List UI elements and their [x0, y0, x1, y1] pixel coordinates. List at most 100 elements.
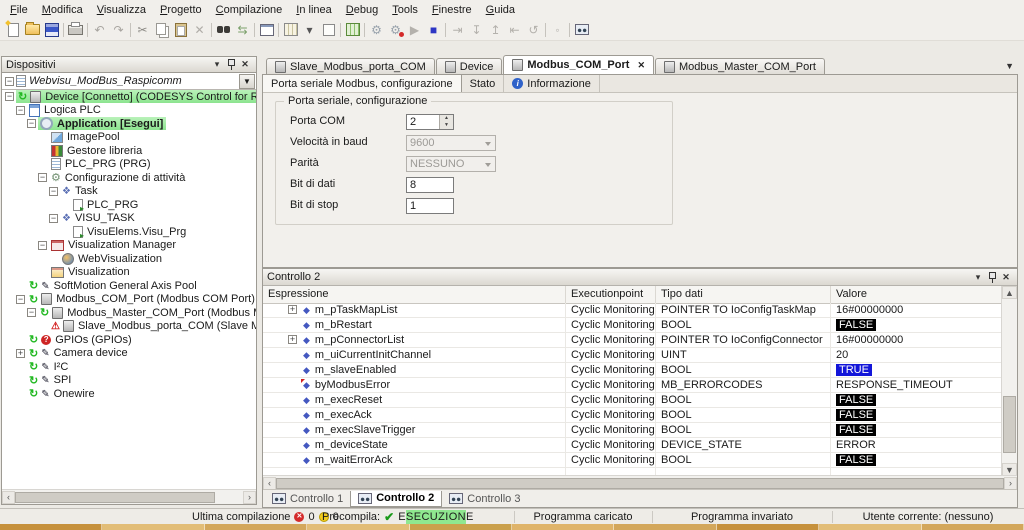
- tree-item-configurazione-di-attivit[interactable]: − Configurazione di attività: [2, 171, 256, 185]
- doc-tab-modbus-master-com-port[interactable]: Modbus_Master_COM_Port: [654, 58, 825, 74]
- logout-icon[interactable]: ⚙: [386, 21, 405, 38]
- build-icon[interactable]: [343, 21, 362, 38]
- project-window-icon[interactable]: [257, 21, 276, 38]
- doc-tab-modbus-com-port[interactable]: Modbus_COM_Port: [503, 55, 654, 74]
- field-bit-di-stop[interactable]: 1: [406, 198, 454, 214]
- watch-tab-controllo-1[interactable]: Controllo 1: [265, 491, 350, 506]
- tree-item-gestore-libreria[interactable]: Gestore libreria: [2, 144, 256, 158]
- field-porta-com[interactable]: 2 ▲ ▼: [406, 114, 454, 130]
- expander-icon[interactable]: −: [27, 308, 36, 318]
- sub-tab-informazione[interactable]: Informazione: [504, 75, 600, 92]
- close-icon[interactable]: [999, 271, 1013, 284]
- find-icon[interactable]: [214, 21, 233, 38]
- expander-icon[interactable]: −: [38, 240, 47, 250]
- reset-icon[interactable]: ↺: [524, 21, 543, 38]
- watch-row-m-ptaskmaplist[interactable]: + m_pTaskMapList Cyclic MonitoringPOINTER …: [263, 303, 1002, 318]
- expander-icon[interactable]: −: [16, 105, 25, 115]
- print-icon[interactable]: [66, 21, 85, 38]
- watch-list-icon[interactable]: [572, 21, 591, 38]
- watch-row-m-devicestate[interactable]: m_deviceState Cyclic MonitoringDEVICE_STA…: [263, 438, 1002, 453]
- tree-item-i-c[interactable]: I²C: [2, 360, 256, 374]
- undo-icon[interactable]: ↶: [90, 21, 109, 38]
- chevron-down-icon[interactable]: [210, 58, 224, 71]
- tree-item-imagepool[interactable]: ImagePool: [2, 131, 256, 145]
- close-icon[interactable]: [238, 58, 252, 71]
- save-icon[interactable]: [42, 21, 61, 38]
- tree-item-device-connetto-codesys-control-for-rasp[interactable]: − Device [Connetto] (CODESYS Control for …: [2, 90, 256, 104]
- watch-row-m-execslavetrigger[interactable]: m_execSlaveTrigger Cyclic MonitoringBOOL F…: [263, 423, 1002, 438]
- copy-icon[interactable]: [152, 21, 171, 38]
- open-folder-icon[interactable]: [23, 21, 42, 38]
- column-header-valore[interactable]: Valore: [831, 286, 1002, 303]
- doc-tab-slave-modbus-porta-com[interactable]: Slave_Modbus_porta_COM: [266, 58, 435, 74]
- menu-compilazione[interactable]: Compilazione: [209, 2, 290, 18]
- visualization-grid-icon[interactable]: [281, 21, 300, 38]
- expander-icon[interactable]: −: [49, 186, 58, 196]
- pin-icon[interactable]: [224, 58, 238, 71]
- watch-row-m-waiterrorack[interactable]: m_waitErrorAck Cyclic MonitoringBOOL FALSE: [263, 453, 1002, 468]
- field-velocit-in-baud[interactable]: 9600: [406, 135, 496, 151]
- expander-icon[interactable]: −: [16, 294, 25, 304]
- expander-icon[interactable]: +: [16, 348, 25, 358]
- paste-icon[interactable]: [171, 21, 190, 38]
- stop-icon[interactable]: ■: [424, 21, 443, 38]
- field-parit[interactable]: NESSUNO: [406, 156, 496, 172]
- expander-icon[interactable]: −: [5, 76, 14, 86]
- tree-item-softmotion-general-axis-pool[interactable]: SoftMotion General Axis Pool: [2, 279, 256, 293]
- step-into-icon[interactable]: ↧: [467, 21, 486, 38]
- new-file-icon[interactable]: [4, 21, 23, 38]
- active-application-dropdown[interactable]: ▼: [239, 74, 255, 89]
- scrollbar-thumb[interactable]: [1003, 396, 1016, 454]
- doc-tab-device[interactable]: Device: [435, 58, 503, 74]
- pin-icon[interactable]: [985, 271, 999, 284]
- sub-tab-stato[interactable]: Stato: [462, 75, 505, 92]
- column-header-tipo-dati[interactable]: Tipo dati: [656, 286, 831, 303]
- tree-item-onewire[interactable]: Onewire: [2, 387, 256, 401]
- scroll-right-icon[interactable]: ›: [1004, 476, 1017, 490]
- expander-icon[interactable]: +: [288, 305, 297, 314]
- tree-item-task[interactable]: − Task: [2, 185, 256, 199]
- tree-item-modbus-com-port-modbus-com-port[interactable]: − Modbus_COM_Port (Modbus COM Port): [2, 293, 256, 307]
- watch-vertical-scrollbar[interactable]: ▲ ▼: [1001, 286, 1017, 476]
- tree-item-visuelems-visu-prg[interactable]: VisuElems.Visu_Prg: [2, 225, 256, 240]
- watch-row-m-pconnectorlist[interactable]: + m_pConnectorList Cyclic MonitoringPOINTE…: [263, 333, 1002, 348]
- scroll-left-icon[interactable]: ‹: [2, 490, 15, 504]
- expander-icon[interactable]: −: [38, 173, 47, 183]
- tree-item-application-esegui[interactable]: − Application [Esegui]: [2, 117, 256, 131]
- login-icon[interactable]: ⚙: [367, 21, 386, 38]
- expander-icon[interactable]: −: [27, 119, 36, 129]
- tree-item-visu-task[interactable]: − VISU_TASK: [2, 212, 256, 226]
- redo-icon[interactable]: ↷: [109, 21, 128, 38]
- tree-item-slave-modbus-porta-com-slave-modbus[interactable]: Slave_Modbus_porta_COM (Slave Modbus,: [2, 320, 256, 334]
- tree-item-visualization[interactable]: Visualization: [2, 266, 256, 280]
- menu-file[interactable]: File: [3, 2, 35, 18]
- tree-root-row[interactable]: − Webvisu_ModBus_Raspicomm ▼: [2, 73, 256, 90]
- scroll-right-icon[interactable]: ›: [243, 490, 256, 504]
- scroll-up-icon[interactable]: ▲: [1002, 286, 1017, 299]
- menu-progetto[interactable]: Progetto: [153, 2, 209, 18]
- watch-tab-controllo-3[interactable]: Controllo 3: [442, 491, 527, 506]
- column-header-espressione[interactable]: Espressione: [263, 286, 566, 303]
- tree-item-spi[interactable]: SPI: [2, 374, 256, 388]
- scrollbar-thumb[interactable]: [276, 477, 1004, 489]
- step-out-icon[interactable]: ↥: [486, 21, 505, 38]
- menu-finestre[interactable]: Finestre: [425, 2, 479, 18]
- expander-icon[interactable]: +: [288, 335, 297, 344]
- scrollbar-thumb[interactable]: [15, 491, 215, 503]
- menu-tools[interactable]: Tools: [385, 2, 425, 18]
- watch-row-bymodbuserror[interactable]: byModbusError Cyclic MonitoringMB_ERRORCO…: [263, 378, 1002, 393]
- menu-debug[interactable]: Debug: [339, 2, 385, 18]
- scroll-left-icon[interactable]: ‹: [263, 476, 276, 490]
- close-tab-icon[interactable]: [633, 59, 645, 71]
- sub-tab-porta-seriale-modbus-configurazione[interactable]: Porta seriale Modbus, configurazione: [263, 75, 462, 92]
- tree-item-gpios-gpios[interactable]: GPIOs (GPIOs): [2, 333, 256, 347]
- menu-guida[interactable]: Guida: [479, 2, 522, 18]
- watch-tab-controllo-2[interactable]: Controllo 2: [350, 490, 443, 507]
- run-icon[interactable]: ▶: [405, 21, 424, 38]
- tree-item-plc-prg[interactable]: PLC_PRG: [2, 198, 256, 213]
- search-replace-icon[interactable]: ⇆: [233, 21, 252, 38]
- dropdown-arrow-icon[interactable]: ▾: [300, 21, 319, 38]
- menu-modifica[interactable]: Modifica: [35, 2, 90, 18]
- chevron-down-icon[interactable]: [971, 271, 985, 284]
- devices-horizontal-scrollbar[interactable]: ‹ ›: [2, 489, 256, 504]
